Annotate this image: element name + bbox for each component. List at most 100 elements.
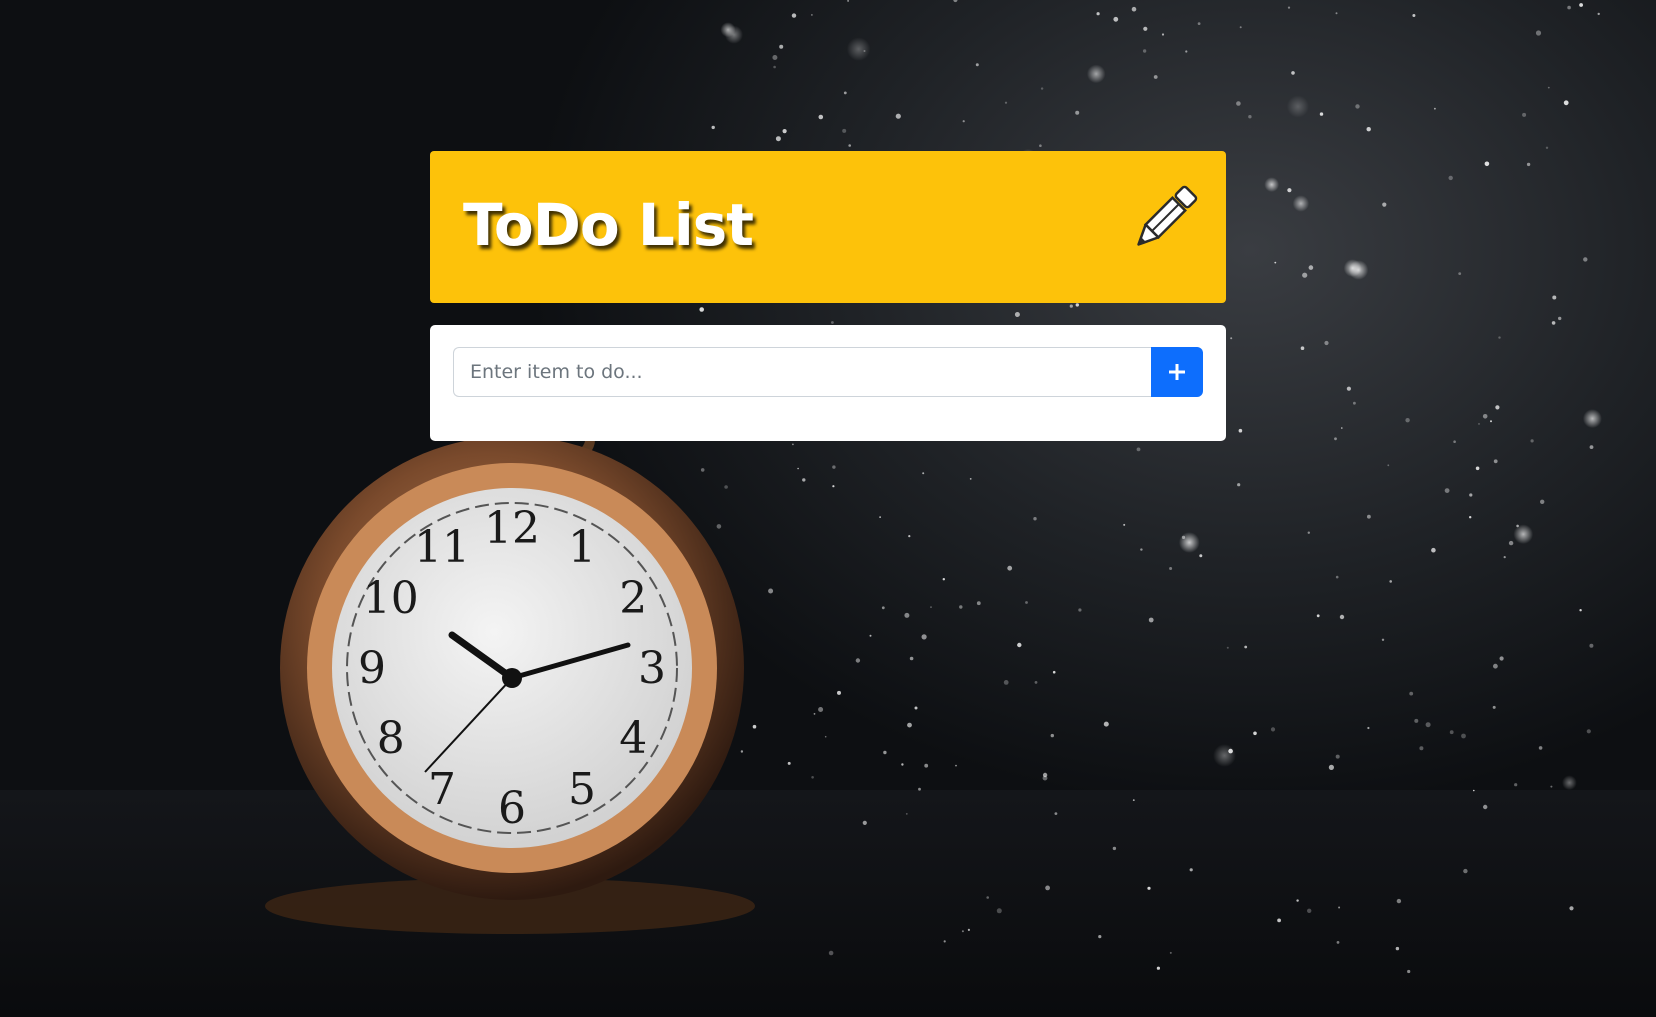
watch-numeral: 4 [619,713,647,764]
sparkle [1103,721,1109,727]
sparkle [1395,946,1400,951]
todo-item-input[interactable] [453,347,1151,397]
sparkle [1123,523,1126,526]
sparkle [711,125,715,130]
sparkle [855,658,861,663]
sparkle [1366,127,1371,132]
sparkle [1033,517,1037,521]
plus-icon [1169,364,1185,380]
sparkle [879,516,881,518]
sparkle [1567,5,1571,10]
sparkle [1319,112,1324,116]
sparkle [1169,951,1172,954]
sparkle [1382,202,1387,207]
sparkle [847,0,850,2]
sparkle [846,37,871,61]
sparkle [1562,775,1577,791]
add-item-button[interactable] [1151,347,1203,397]
sparkle [895,113,901,119]
sparkle [1458,272,1462,275]
sparkle [1338,906,1341,909]
sparkle [1213,744,1236,767]
sparkle [811,14,813,16]
sparkle [1434,107,1436,110]
sparkle [1096,12,1100,16]
sparkle [921,634,927,640]
watch-numeral: 12 [484,503,540,554]
sparkle [1414,718,1419,723]
sparkle [1343,259,1362,277]
sparkle [1483,804,1488,810]
sparkle [1582,409,1602,429]
sparkle [797,467,799,470]
sparkle [1007,565,1013,571]
sparkle [1558,316,1562,321]
sparkle [1328,764,1334,771]
sparkle [1495,405,1500,410]
sparkle [1367,514,1371,519]
sparkle [975,63,979,67]
sparkle [1003,680,1009,685]
sparkle [1336,941,1340,944]
sparkle [1499,656,1504,661]
sparkle [1069,304,1073,308]
sparkle [1355,104,1360,109]
sparkle [1287,188,1292,193]
watch-numeral: 7 [428,764,456,815]
sparkle [1287,6,1291,9]
sparkle [1017,642,1022,648]
sparkle [1461,733,1466,739]
sparkle [1550,785,1553,788]
sparkle [1545,146,1549,149]
sparkle [1508,540,1514,546]
sparkle [1178,532,1200,553]
sparkle [768,588,774,594]
sparkle [1040,87,1044,90]
sparkle [1597,12,1600,16]
sparkle [1579,3,1583,7]
sparkle [1513,524,1534,544]
watch-center-pin [502,668,522,688]
sparkle [1334,437,1337,441]
sparkle [1516,524,1519,528]
watch-numeral: 5 [568,764,596,815]
sparkle [802,478,806,482]
sparkle [828,950,834,956]
watch-numeral: 6 [498,783,526,834]
sparkle [1308,265,1314,270]
sparkle [1136,447,1141,452]
sparkle [832,485,835,488]
sparkle [716,524,722,529]
sparkle [1197,22,1201,25]
sparkle [1586,729,1591,734]
sparkle [908,535,911,538]
sparkle [1589,445,1594,449]
sparkle [905,813,908,815]
sparkle [842,128,847,133]
sparkle [1526,162,1531,167]
sparkle [779,44,784,49]
watch-numeral: 10 [363,573,419,624]
sparkle [1353,401,1356,405]
sparkle [1346,386,1351,391]
sparkle [1140,548,1143,551]
sparkle [1498,336,1501,339]
sparkle [1478,423,1480,425]
sparkle [792,443,794,446]
sparkle [740,750,744,753]
sparkle [1316,614,1320,618]
sparkle [1449,730,1454,735]
sparkle [1307,908,1312,913]
sparkle [1569,906,1574,911]
pencil-icon [1137,185,1198,246]
sparkle [1054,812,1058,815]
sparkle [1335,754,1340,759]
sparkle [1042,775,1048,781]
sparkle [1493,663,1498,669]
sparkle [1409,691,1414,696]
sparkle [1579,609,1582,612]
sparkle [813,713,816,715]
sparkle [824,735,827,738]
sparkle [1131,6,1137,12]
sparkle [1503,556,1506,559]
